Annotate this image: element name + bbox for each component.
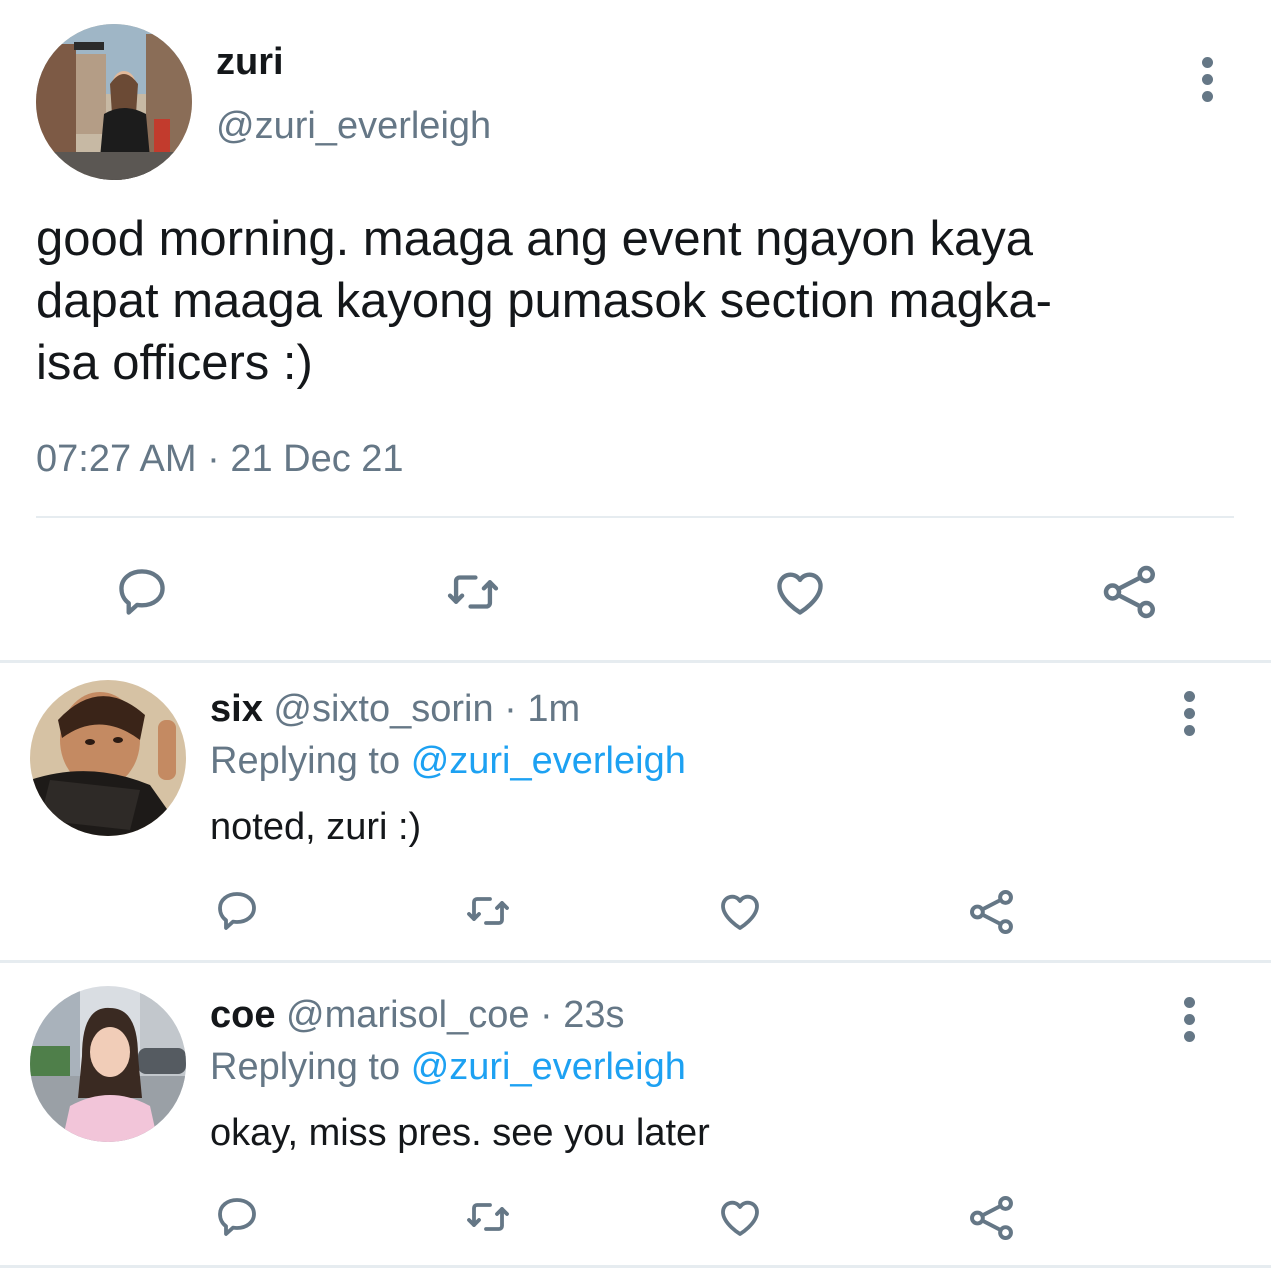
retweet-icon[interactable] — [440, 560, 506, 624]
display-name[interactable]: coe — [210, 994, 275, 1036]
share-icon[interactable] — [966, 886, 1018, 938]
replying-to: Replying to @zuri_everleigh — [210, 1044, 686, 1090]
avatar[interactable] — [30, 680, 186, 836]
avatar-photo-icon — [36, 24, 192, 180]
avatar-photo-icon — [30, 986, 186, 1142]
share-icon[interactable] — [966, 1192, 1018, 1244]
reply-time[interactable]: · 23s — [540, 994, 624, 1036]
reply-icon[interactable] — [110, 560, 174, 624]
tweet-text: good morning. maaga ang event ngayon kay… — [36, 208, 1052, 394]
tweet-text-line: dapat maaga kayong pumasok section magka… — [36, 274, 1052, 328]
avatar[interactable] — [36, 24, 192, 180]
reply-header: coe @marisol_coe · 23s — [210, 992, 625, 1038]
reply-icon[interactable] — [212, 1192, 262, 1242]
divider — [0, 960, 1271, 963]
divider — [36, 516, 1234, 518]
like-icon[interactable] — [714, 886, 766, 936]
display-name[interactable]: zuri — [216, 40, 284, 84]
replying-to: Replying to @zuri_everleigh — [210, 738, 686, 784]
replying-to-link[interactable]: @zuri_everleigh — [411, 740, 686, 782]
tweet-timestamp[interactable]: 07:27 AM · 21 Dec 21 — [36, 436, 404, 482]
user-handle[interactable]: @zuri_everleigh — [216, 104, 491, 148]
user-handle[interactable]: @marisol_coe — [286, 994, 529, 1036]
reply-text: noted, zuri :) — [210, 806, 422, 848]
share-icon[interactable] — [1098, 560, 1162, 624]
replying-to-label: Replying to — [210, 1046, 401, 1088]
replying-to-link[interactable]: @zuri_everleigh — [411, 1046, 686, 1088]
like-icon[interactable] — [768, 560, 832, 624]
retweet-icon[interactable] — [460, 886, 516, 936]
replying-to-label: Replying to — [210, 740, 401, 782]
retweet-icon[interactable] — [460, 1192, 516, 1242]
tweet-text-line: good morning. maaga ang event ngayon kay… — [36, 212, 1034, 266]
avatar[interactable] — [30, 986, 186, 1142]
reply-text: okay, miss pres. see you later — [210, 1112, 710, 1154]
more-options-icon[interactable] — [1188, 50, 1228, 110]
tweet-text-line: isa officers :) — [36, 336, 313, 390]
more-options-icon[interactable] — [1170, 990, 1210, 1050]
more-options-icon[interactable] — [1170, 684, 1210, 744]
like-icon[interactable] — [714, 1192, 766, 1242]
display-name[interactable]: six — [210, 688, 263, 730]
reply-time[interactable]: · 1m — [504, 688, 580, 730]
reply-icon[interactable] — [212, 886, 262, 936]
divider — [0, 660, 1271, 663]
reply-header: six @sixto_sorin · 1m — [210, 686, 580, 732]
avatar-photo-icon — [30, 680, 186, 836]
divider — [0, 1265, 1271, 1268]
user-handle[interactable]: @sixto_sorin — [273, 688, 493, 730]
